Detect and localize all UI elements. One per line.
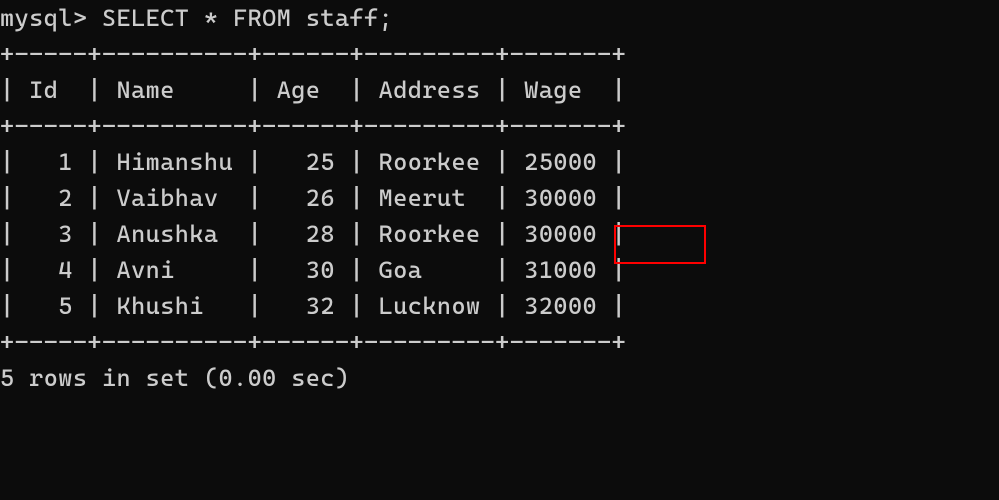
- table-border-bot: +-----+----------+------+---------+-----…: [0, 328, 626, 356]
- mysql-prompt: mysql> SELECT * FROM staff;: [0, 4, 393, 32]
- table-border-mid: +-----+----------+------+---------+-----…: [0, 112, 626, 140]
- table-border-top: +-----+----------+------+---------+-----…: [0, 40, 626, 68]
- table-row: | 2 | Vaibhav | 26 | Meerut | 30000 |: [0, 184, 626, 212]
- table-row: | 4 | Avni | 30 | Goa | 31000 |: [0, 256, 626, 284]
- table-header: | Id | Name | Age | Address | Wage |: [0, 76, 626, 104]
- sql-query: SELECT * FROM staff;: [102, 4, 393, 32]
- terminal-output: mysql> SELECT * FROM staff; +-----+-----…: [0, 0, 999, 396]
- result-message: 5 rows in set (0.00 sec): [0, 364, 350, 392]
- table-row: | 5 | Khushi | 32 | Lucknow | 32000 |: [0, 292, 626, 320]
- table-row: | 1 | Himanshu | 25 | Roorkee | 25000 |: [0, 148, 626, 176]
- table-row: | 3 | Anushka | 28 | Roorkee | 30000 |: [0, 220, 626, 248]
